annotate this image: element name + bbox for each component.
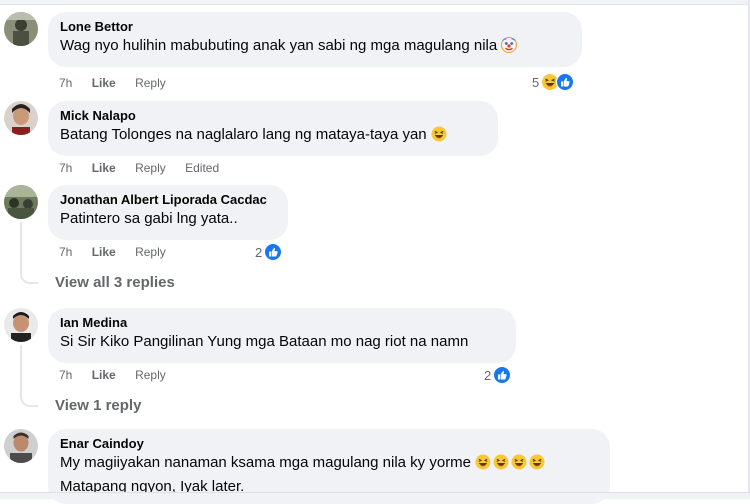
like-icon xyxy=(556,73,575,91)
comment-actions: 7h Like Reply xyxy=(59,244,182,260)
comment-text: Patintero sa gabi lng yata.. xyxy=(60,210,238,227)
like-icon xyxy=(493,366,512,384)
reply-link[interactable]: Reply xyxy=(135,368,166,382)
laughing-emoji-icon xyxy=(475,454,491,476)
thread-line xyxy=(20,222,22,270)
avatar[interactable] xyxy=(4,101,38,135)
comment-text: Batang Tolonges na naglalaro lang ng mat… xyxy=(60,124,486,148)
thread-line xyxy=(20,345,22,393)
laughing-emoji-icon xyxy=(493,454,509,476)
comment-actions: 7h Like Reply xyxy=(59,367,182,383)
like-icon xyxy=(264,243,283,261)
reply-link[interactable]: Reply xyxy=(135,161,166,175)
view-replies-link[interactable]: View all 3 replies xyxy=(55,274,175,291)
avatar[interactable] xyxy=(4,12,38,46)
view-replies-link[interactable]: View 1 reply xyxy=(55,397,141,414)
comment-author[interactable]: Lone Bettor xyxy=(60,18,570,35)
comment-author[interactable]: Jonathan Albert Liporada Cacdac xyxy=(60,191,276,208)
like-link[interactable]: Like xyxy=(92,245,116,259)
like-link[interactable]: Like xyxy=(92,368,116,382)
clown-emoji-icon xyxy=(501,37,518,59)
comment-author[interactable]: Enar Caindoy xyxy=(60,435,598,452)
comment-text: Si Sir Kiko Pangilinan Yung mga Bataan m… xyxy=(60,333,469,350)
comment-author[interactable]: Ian Medina xyxy=(60,314,504,331)
comment-time[interactable]: 7h xyxy=(59,245,72,259)
comment-bubble: Jonathan Albert Liporada Cacdac Patinter… xyxy=(48,185,288,240)
reaction-count: 2 xyxy=(255,244,263,260)
comment-time[interactable]: 7h xyxy=(59,76,72,90)
comment-author[interactable]: Mick Nalapo xyxy=(60,107,486,124)
comment-text: Wag nyo hulihin mabubuting anak yan sabi… xyxy=(60,35,570,59)
top-border xyxy=(0,0,750,5)
laughing-emoji-icon xyxy=(431,126,447,148)
comment-bubble: Lone Bettor Wag nyo hulihin mabubuting a… xyxy=(48,12,582,67)
comment-text: My magiiyakan nanaman ksama mga magulang… xyxy=(60,452,598,476)
reply-link[interactable]: Reply xyxy=(135,245,166,259)
avatar[interactable] xyxy=(4,308,38,342)
avatar[interactable] xyxy=(4,185,38,219)
comment-actions: 7h Like Reply xyxy=(59,75,182,91)
comment-time[interactable]: 7h xyxy=(59,368,72,382)
comment-bubble: Mick Nalapo Batang Tolonges na naglalaro… xyxy=(48,101,498,156)
avatar[interactable] xyxy=(4,429,38,463)
comment-time[interactable]: 7h xyxy=(59,161,72,175)
comment-bubble: Ian Medina Si Sir Kiko Pangilinan Yung m… xyxy=(48,308,516,363)
reaction-summary[interactable]: 2 xyxy=(484,366,512,384)
reaction-summary[interactable]: 5 xyxy=(532,73,575,91)
thread-connector xyxy=(20,393,38,407)
like-link[interactable]: Like xyxy=(92,76,116,90)
laughing-emoji-icon xyxy=(529,454,545,476)
like-link[interactable]: Like xyxy=(92,161,116,175)
thread-connector xyxy=(20,270,38,284)
edited-label[interactable]: Edited xyxy=(185,161,219,175)
reaction-count: 5 xyxy=(532,74,540,90)
reaction-count: 2 xyxy=(484,367,492,383)
reaction-summary[interactable]: 2 xyxy=(255,243,283,261)
comment-actions: 7h Like Reply Edited xyxy=(59,160,235,176)
laughing-emoji-icon xyxy=(511,454,527,476)
reply-link[interactable]: Reply xyxy=(135,76,166,90)
